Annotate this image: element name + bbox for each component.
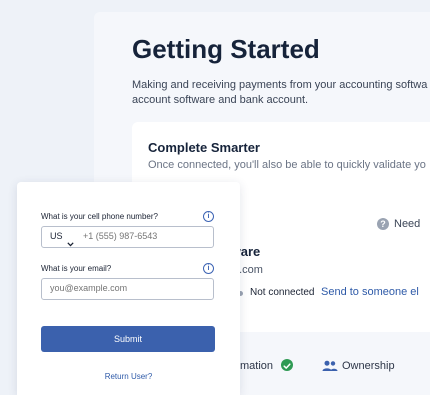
chevron-down-icon[interactable]	[67, 234, 74, 252]
help-label[interactable]: Need	[394, 218, 420, 230]
phone-field[interactable]: US	[41, 226, 223, 248]
info-icon[interactable]: i	[203, 211, 214, 222]
email-field[interactable]	[41, 278, 214, 300]
connection-status: Not connected	[250, 287, 315, 298]
subtitle-line-2: account software and bank account.	[132, 94, 309, 106]
step-ownership[interactable]: Ownership	[342, 360, 395, 372]
phone-label: What is your cell phone number?	[41, 212, 158, 221]
subtitle-line-1: Making and receiving payments from your …	[132, 79, 428, 91]
submit-button[interactable]: Submit	[41, 326, 215, 352]
email-label: What is your email?	[41, 264, 112, 273]
page-subtitle: Making and receiving payments from your …	[132, 78, 430, 108]
card-title: Complete Smarter	[148, 140, 260, 155]
phone-input[interactable]	[83, 231, 223, 241]
info-icon[interactable]: i	[203, 263, 214, 274]
email-input[interactable]	[50, 283, 190, 293]
country-code-select[interactable]: US	[50, 231, 63, 241]
help-icon[interactable]: ?	[377, 218, 389, 230]
signup-modal: What is your cell phone number? i US Wha…	[17, 182, 240, 395]
check-circle-icon	[281, 359, 293, 371]
page-title: Getting Started	[132, 34, 320, 64]
return-user-link[interactable]: Return User?	[17, 372, 240, 381]
users-icon	[322, 359, 338, 377]
send-to-someone-link[interactable]: Send to someone el	[321, 286, 419, 298]
step-information[interactable]: mation	[240, 360, 273, 372]
card-description: Once connected, you'll also be able to q…	[148, 159, 426, 171]
